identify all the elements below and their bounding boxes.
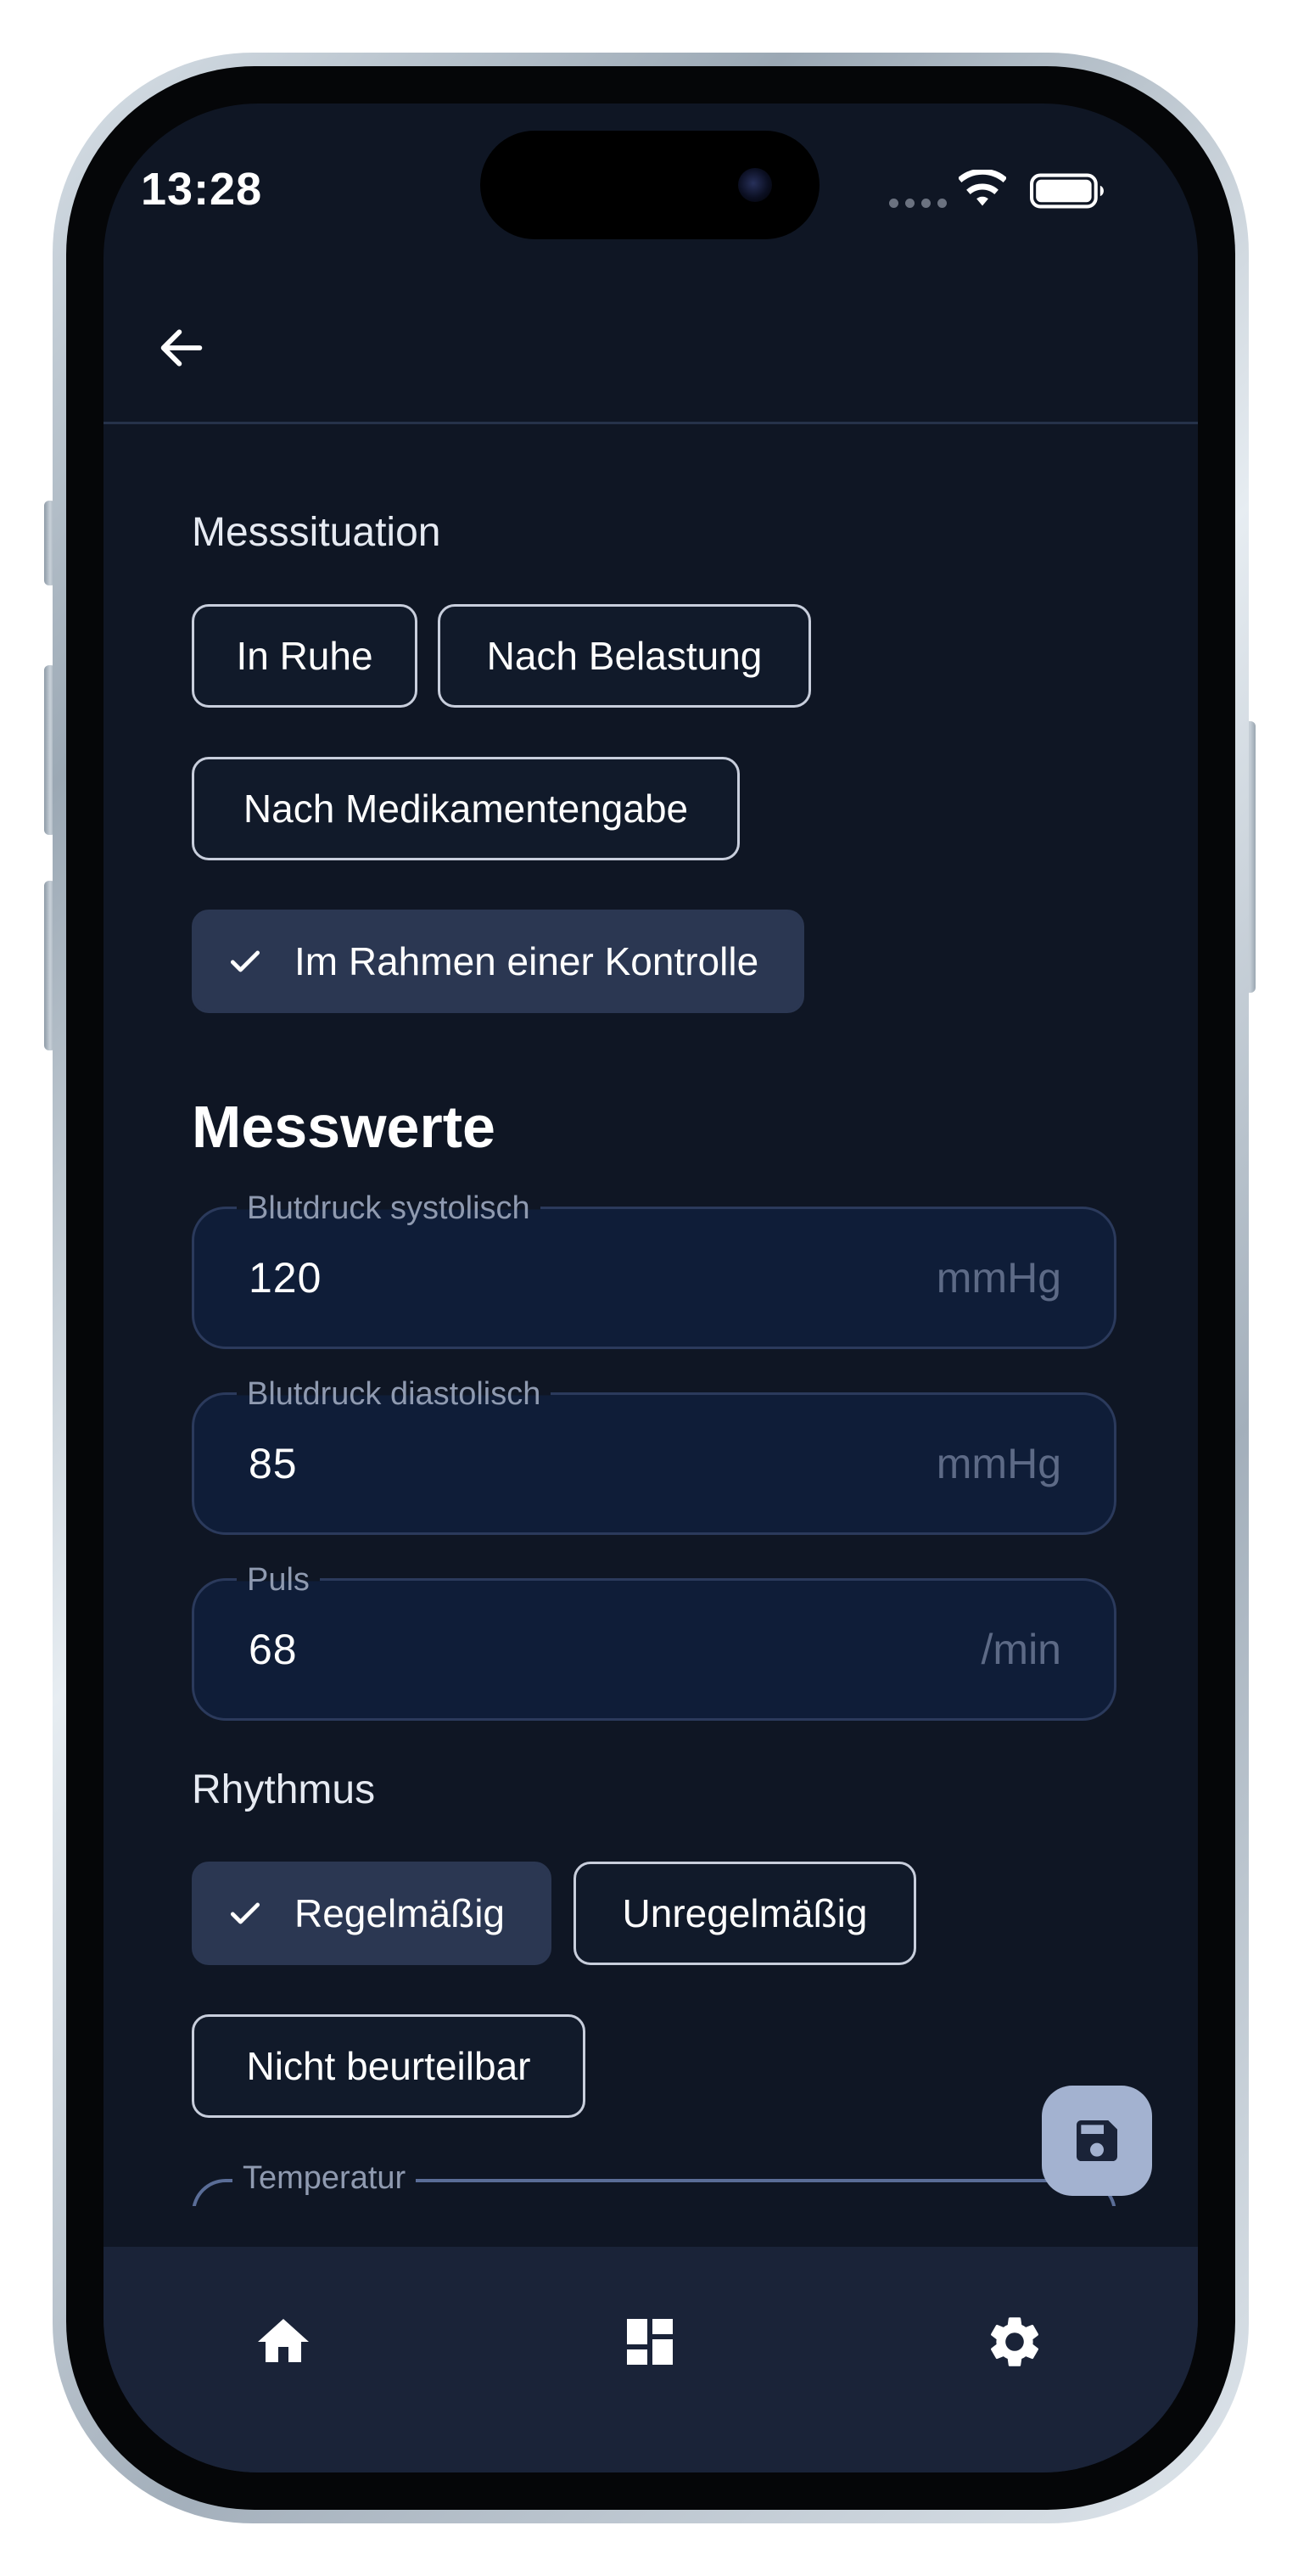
diastolic-field[interactable]: Blutdruck diastolisch 85 mmHg [192, 1376, 1116, 1535]
wifi-icon [959, 170, 1006, 206]
field-unit: mmHg [936, 1254, 1061, 1302]
chip-unregelmaessig[interactable]: Unregelmäßig [573, 1862, 916, 1965]
battery-icon [1030, 173, 1104, 209]
chip-label: Im Rahmen einer Kontrolle [294, 939, 759, 983]
pulse-field[interactable]: Puls 68 /min [192, 1562, 1116, 1721]
field-unit: mmHg [936, 1440, 1061, 1487]
field-label: Puls [237, 1562, 320, 1599]
save-icon [1077, 2120, 1117, 2161]
settings-icon [990, 2317, 1039, 2366]
save-button[interactable] [1042, 2086, 1152, 2196]
camera-icon [738, 168, 772, 202]
header-divider [104, 422, 1198, 424]
situation-label: Messsituation [192, 510, 441, 555]
home-icon [258, 2319, 309, 2362]
rhythm-label: Rhythmus [192, 1767, 376, 1812]
dynamic-island [480, 131, 820, 239]
chip-label: Regelmäßig [294, 1891, 505, 1935]
measurements-heading: Messwerte [192, 1094, 495, 1160]
field-label: Blutdruck systolisch [237, 1190, 540, 1227]
temperature-label: Temperatur [232, 2160, 417, 2197]
chip-nach-belastung[interactable]: Nach Belastung [438, 604, 811, 708]
chip-label: In Ruhe [236, 634, 373, 678]
bottom-navigation [104, 2247, 1198, 2472]
nav-home[interactable] [248, 2306, 319, 2377]
chip-in-ruhe[interactable]: In Ruhe [192, 604, 417, 708]
signal-icon [889, 199, 947, 208]
dashboard-icon [627, 2319, 673, 2365]
chip-nicht-beurteilbar[interactable]: Nicht beurteilbar [192, 2014, 585, 2118]
field-value: 85 [249, 1440, 298, 1487]
check-icon [230, 950, 260, 972]
check-icon [230, 1902, 260, 1924]
field-unit: /min [981, 1626, 1061, 1673]
chip-nach-medikamentengabe[interactable]: Nach Medikamentengabe [192, 757, 740, 860]
nav-settings[interactable] [979, 2306, 1050, 2377]
field-value: 68 [249, 1626, 298, 1673]
chip-im-rahmen-einer-kontrolle[interactable]: Im Rahmen einer Kontrolle [192, 910, 804, 1013]
arrow-left-icon[interactable] [154, 321, 209, 375]
systolic-field[interactable]: Blutdruck systolisch 120 mmHg [192, 1190, 1116, 1349]
status-time: 13:28 [141, 164, 263, 215]
chip-regelmaessig[interactable]: Regelmäßig [192, 1862, 551, 1965]
field-label: Blutdruck diastolisch [237, 1376, 551, 1413]
app-screen: Messsituation In Ruhe Nach Belastung Nac… [104, 104, 1198, 2472]
chip-label: Nach Belastung [486, 634, 763, 678]
nav-dashboard[interactable] [614, 2306, 685, 2377]
field-value: 120 [249, 1254, 322, 1302]
chip-label: Unregelmäßig [622, 1891, 868, 1935]
chip-label: Nicht beurteilbar [246, 2044, 531, 2088]
chip-label: Nach Medikamentengabe [243, 787, 689, 831]
